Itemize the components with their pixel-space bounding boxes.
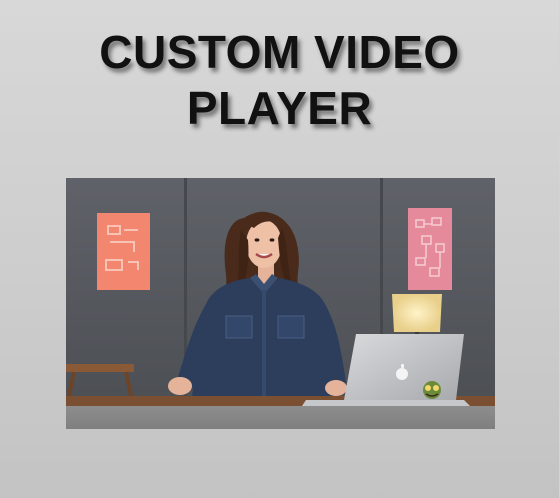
page-title-line-1: CUSTOM VIDEO (99, 26, 460, 78)
page-title: CUSTOM VIDEO PLAYER (0, 24, 559, 136)
laptop-sticker (423, 381, 441, 399)
video-controls-bar[interactable] (66, 406, 495, 429)
right-poster (408, 208, 452, 290)
video-frame[interactable] (66, 178, 495, 406)
page-title-line-2: PLAYER (186, 82, 373, 134)
page: CUSTOM VIDEO PLAYER (0, 0, 559, 498)
left-poster (97, 213, 150, 290)
video-player[interactable] (66, 178, 495, 429)
